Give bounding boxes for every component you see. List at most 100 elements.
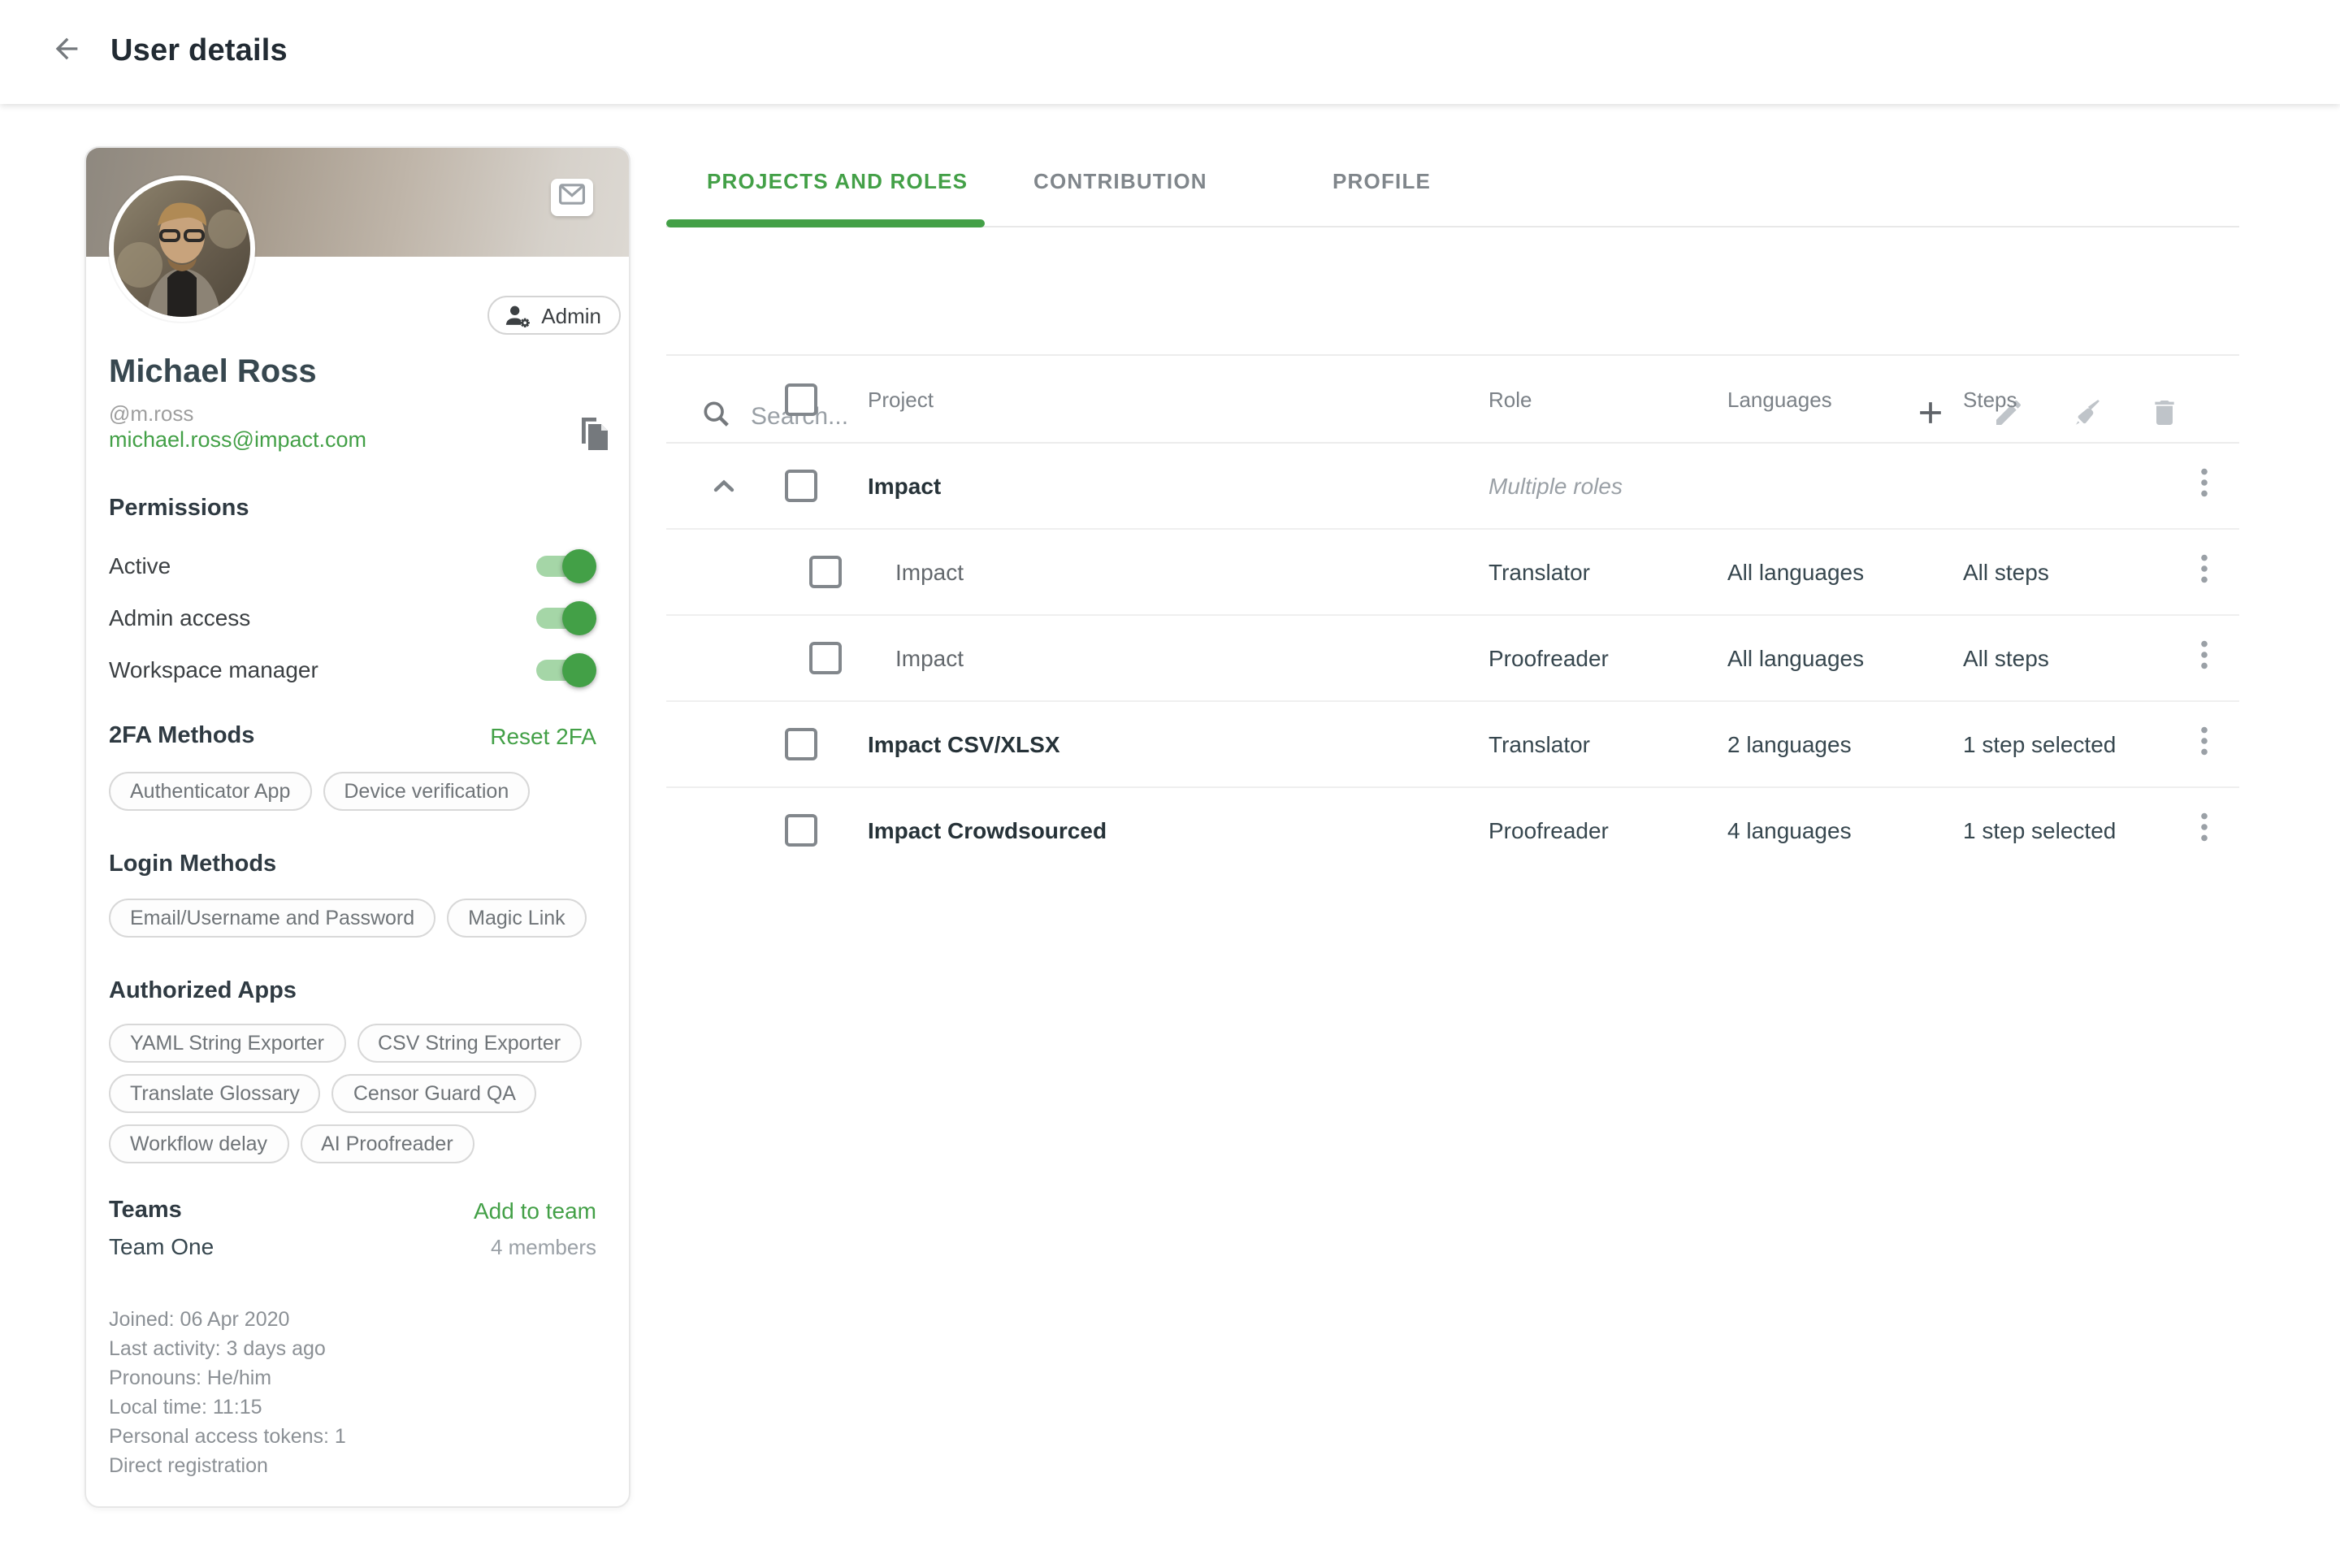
kebab-icon bbox=[2199, 553, 2208, 591]
authorized-app-chip: YAML String Exporter bbox=[109, 1024, 345, 1063]
project-languages: 4 languages bbox=[1727, 817, 1852, 843]
person-gear-icon bbox=[504, 303, 531, 327]
user-handle: @m.ross bbox=[109, 401, 596, 426]
row-checkbox[interactable] bbox=[785, 470, 817, 502]
project-role: Multiple roles bbox=[1488, 473, 1623, 499]
row-menu-button[interactable] bbox=[2192, 728, 2215, 760]
authorized-app-chip: Translate Glossary bbox=[109, 1074, 321, 1113]
table-toolbar bbox=[666, 260, 2239, 341]
row-menu-button[interactable] bbox=[2192, 642, 2215, 674]
column-header-project: Project bbox=[868, 387, 934, 411]
project-name: Impact CSV/XLSX bbox=[868, 731, 1060, 757]
login-method-chips: Email/Username and Password Magic Link bbox=[109, 899, 588, 938]
avatar bbox=[109, 175, 255, 322]
project-role: Translator bbox=[1488, 559, 1590, 585]
team-name: Team One bbox=[109, 1233, 214, 1259]
tab-bar: PROJECTS AND ROLES CONTRIBUTION PROFILE bbox=[666, 146, 2239, 227]
project-role: Translator bbox=[1488, 731, 1590, 757]
authorized-app-chip: CSV String Exporter bbox=[357, 1024, 582, 1063]
meta-pronouns: Pronouns: He/him bbox=[109, 1363, 596, 1393]
project-steps: All steps bbox=[1963, 559, 2049, 585]
select-all-checkbox[interactable] bbox=[785, 383, 817, 415]
meta-joined: Joined: 06 Apr 2020 bbox=[109, 1305, 596, 1334]
row-checkbox[interactable] bbox=[809, 642, 842, 674]
meta-registration: Direct registration bbox=[109, 1451, 596, 1480]
active-toggle[interactable] bbox=[536, 555, 592, 576]
authorized-apps-title: Authorized Apps bbox=[109, 978, 596, 1004]
tab-contribution[interactable]: CONTRIBUTION bbox=[1034, 169, 1207, 193]
login-method-chip: Magic Link bbox=[447, 899, 587, 938]
twofa-header: 2FA Methods Reset 2FA bbox=[109, 723, 596, 749]
table-row-impact-crowdsourced: Impact Crowdsourced Proofreader 4 langua… bbox=[666, 788, 2239, 873]
collapse-row-button[interactable] bbox=[712, 474, 734, 497]
user-name: Michael Ross bbox=[109, 354, 596, 392]
chevron-up-icon bbox=[713, 471, 734, 500]
permission-row-workspace-manager: Workspace manager bbox=[109, 643, 596, 695]
top-bar: User details bbox=[0, 0, 2340, 104]
team-members-count: 4 members bbox=[491, 1234, 596, 1258]
add-to-team-link[interactable]: Add to team bbox=[474, 1198, 596, 1224]
kebab-icon bbox=[2199, 726, 2208, 763]
projects-table: Project Role Languages Steps Impact Mult… bbox=[666, 354, 2239, 873]
project-steps: 1 step selected bbox=[1963, 731, 2116, 757]
project-name: Impact bbox=[895, 559, 964, 585]
login-method-chip: Email/Username and Password bbox=[109, 899, 436, 938]
meta-access-tokens: Personal access tokens: 1 bbox=[109, 1422, 596, 1451]
arrow-left-icon bbox=[50, 32, 83, 72]
copy-pages-icon bbox=[576, 414, 610, 461]
workspace-manager-toggle[interactable] bbox=[536, 659, 592, 680]
project-languages: All languages bbox=[1727, 559, 1864, 585]
team-row: Team One 4 members bbox=[109, 1233, 596, 1259]
back-button[interactable] bbox=[46, 31, 88, 73]
login-methods-title: Login Methods bbox=[109, 851, 596, 877]
permission-label: Active bbox=[109, 552, 171, 578]
copy-email-button[interactable] bbox=[574, 416, 613, 458]
column-header-role: Role bbox=[1488, 387, 1532, 411]
reset-2fa-link[interactable]: Reset 2FA bbox=[490, 723, 596, 749]
twofa-chip: Authenticator App bbox=[109, 772, 311, 811]
kebab-icon bbox=[2199, 639, 2208, 677]
tab-profile[interactable]: PROFILE bbox=[1332, 169, 1431, 193]
table-row-group-impact: Impact Multiple roles bbox=[666, 444, 2239, 530]
row-menu-button[interactable] bbox=[2192, 814, 2215, 847]
project-name: Impact bbox=[868, 473, 941, 499]
tab-projects-and-roles[interactable]: PROJECTS AND ROLES bbox=[707, 169, 968, 193]
row-checkbox[interactable] bbox=[785, 728, 817, 760]
row-checkbox[interactable] bbox=[809, 556, 842, 588]
meta-local-time: Local time: 11:15 bbox=[109, 1393, 596, 1422]
table-row-impact-csv-xlsx: Impact CSV/XLSX Translator 2 languages 1… bbox=[666, 702, 2239, 788]
authorized-app-chip: Censor Guard QA bbox=[332, 1074, 537, 1113]
teams-header: Teams Add to team bbox=[109, 1198, 596, 1224]
user-email-link[interactable]: michael.ross@impact.com bbox=[109, 427, 596, 452]
project-languages: All languages bbox=[1727, 645, 1864, 671]
twofa-chip: Device verification bbox=[323, 772, 530, 811]
admin-badge-label: Admin bbox=[541, 303, 601, 327]
table-row-impact-proofreader: Impact Proofreader All languages All ste… bbox=[666, 616, 2239, 702]
envelope-icon bbox=[559, 183, 585, 212]
twofa-title: 2FA Methods bbox=[109, 723, 254, 749]
table-header-row: Project Role Languages Steps bbox=[666, 354, 2239, 444]
authorized-app-chip: AI Proofreader bbox=[300, 1124, 474, 1163]
twofa-chips: Authenticator App Device verification bbox=[109, 772, 588, 811]
user-card: Admin Michael Ross @m.ross michael.ross@… bbox=[84, 146, 630, 1508]
permission-label: Workspace manager bbox=[109, 656, 318, 682]
teams-title: Teams bbox=[109, 1198, 182, 1224]
column-header-steps: Steps bbox=[1963, 387, 2017, 411]
permissions-title: Permissions bbox=[109, 496, 596, 522]
project-role: Proofreader bbox=[1488, 645, 1609, 671]
project-name: Impact bbox=[895, 645, 964, 671]
permission-label: Admin access bbox=[109, 604, 250, 630]
permission-row-admin-access: Admin access bbox=[109, 591, 596, 643]
projects-panel: PROJECTS AND ROLES CONTRIBUTION PROFILE bbox=[666, 146, 2239, 894]
admin-access-toggle[interactable] bbox=[536, 607, 592, 628]
active-tab-indicator bbox=[666, 219, 985, 227]
project-name: Impact Crowdsourced bbox=[868, 817, 1107, 843]
row-menu-button[interactable] bbox=[2192, 556, 2215, 588]
authorized-app-chips: YAML String Exporter CSV String Exporter… bbox=[109, 1024, 588, 1163]
page-title: User details bbox=[110, 34, 288, 70]
row-checkbox[interactable] bbox=[785, 814, 817, 847]
send-message-button[interactable] bbox=[551, 179, 593, 216]
row-menu-button[interactable] bbox=[2192, 470, 2215, 502]
project-steps: 1 step selected bbox=[1963, 817, 2116, 843]
admin-role-badge: Admin bbox=[488, 296, 621, 335]
